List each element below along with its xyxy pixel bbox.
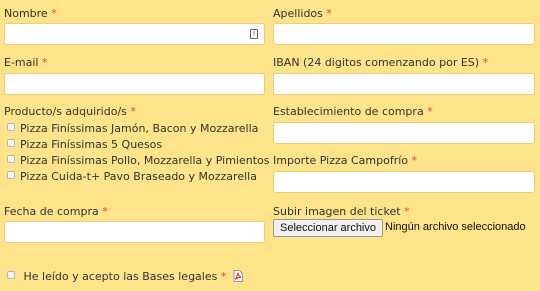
required-mark: * bbox=[42, 56, 48, 69]
establecimiento-label-text: Establecimiento de compra bbox=[273, 105, 424, 118]
legal-consent[interactable]: He leído y acepto las Bases legales * bbox=[7, 270, 243, 283]
autofill-icon[interactable]: ! bbox=[250, 29, 258, 39]
establecimiento-field[interactable] bbox=[273, 122, 535, 144]
producto-option[interactable]: Pizza Finíssimas 5 Quesos bbox=[7, 138, 162, 151]
iban-label-text: IBAN (24 digitos comenzando por ES) bbox=[273, 56, 480, 69]
email-label-text: E-mail bbox=[4, 56, 39, 69]
importe-label-text: Importe Pizza Campofrío bbox=[273, 154, 409, 167]
establecimiento-input[interactable] bbox=[274, 123, 534, 143]
apellidos-label-text: Apellidos bbox=[273, 7, 323, 20]
required-mark: * bbox=[482, 56, 489, 69]
producto-option-label: Pizza Cuida-t+ Pavo Braseado y Mozzarell… bbox=[20, 170, 257, 183]
required-mark: * bbox=[51, 7, 57, 20]
email-field[interactable] bbox=[4, 73, 265, 95]
ticket-label-text: Subir imagen del ticket bbox=[273, 205, 401, 218]
legal-label: He leído y acepto las Bases legales bbox=[23, 270, 218, 283]
required-mark: * bbox=[220, 270, 227, 283]
checkbox[interactable] bbox=[7, 271, 15, 279]
email-label: E-mail * bbox=[4, 56, 48, 69]
pdf-icon[interactable] bbox=[233, 270, 243, 282]
fecha-label: Fecha de compra * bbox=[4, 205, 108, 218]
select-file-button[interactable]: Seleccionar archivo bbox=[273, 219, 383, 237]
checkbox[interactable] bbox=[7, 139, 15, 147]
apellidos-label: Apellidos * bbox=[273, 7, 332, 20]
producto-option[interactable]: Pizza Cuida-t+ Pavo Braseado y Mozzarell… bbox=[7, 170, 257, 183]
email-input[interactable] bbox=[5, 74, 264, 94]
iban-label: IBAN (24 digitos comenzando por ES) * bbox=[273, 56, 488, 69]
nombre-label: Nombre * bbox=[4, 7, 57, 20]
required-mark: * bbox=[130, 105, 136, 118]
required-mark: * bbox=[102, 205, 108, 218]
required-mark: * bbox=[404, 205, 410, 218]
nombre-input[interactable] bbox=[5, 24, 264, 44]
establecimiento-label: Establecimiento de compra * bbox=[273, 105, 433, 118]
checkbox[interactable] bbox=[7, 155, 15, 163]
checkbox[interactable] bbox=[7, 171, 15, 179]
importe-label: Importe Pizza Campofrío * bbox=[273, 154, 417, 167]
producto-option[interactable]: Pizza Finíssimas Jamón, Bacon y Mozzarel… bbox=[7, 122, 258, 135]
checkbox[interactable] bbox=[7, 123, 15, 131]
fecha-field[interactable] bbox=[4, 221, 265, 243]
apellidos-field[interactable] bbox=[273, 23, 535, 45]
fecha-label-text: Fecha de compra bbox=[4, 205, 99, 218]
importe-input[interactable] bbox=[274, 172, 534, 192]
ticket-label: Subir imagen del ticket * bbox=[273, 205, 410, 218]
producto-label-text: Producto/s adquirido/s bbox=[4, 105, 127, 118]
producto-label: Producto/s adquirido/s * bbox=[4, 105, 136, 118]
producto-option-label: Pizza Finíssimas Pollo, Mozzarella y Pim… bbox=[20, 154, 270, 167]
file-status: Ningún archivo seleccionado bbox=[385, 221, 526, 233]
producto-option-label: Pizza Finíssimas 5 Quesos bbox=[20, 138, 163, 151]
required-mark: * bbox=[411, 154, 418, 167]
required-mark: * bbox=[326, 7, 332, 20]
iban-field[interactable] bbox=[273, 73, 535, 95]
importe-field[interactable] bbox=[273, 171, 535, 193]
nombre-field[interactable]: ! bbox=[4, 23, 265, 45]
required-mark: * bbox=[427, 105, 433, 118]
apellidos-input[interactable] bbox=[274, 24, 534, 44]
iban-input[interactable] bbox=[274, 74, 534, 94]
fecha-input[interactable] bbox=[5, 222, 264, 242]
producto-option[interactable]: Pizza Finíssimas Pollo, Mozzarella y Pim… bbox=[7, 154, 270, 167]
producto-option-label: Pizza Finíssimas Jamón, Bacon y Mozzarel… bbox=[20, 122, 259, 135]
nombre-label-text: Nombre bbox=[4, 7, 48, 20]
